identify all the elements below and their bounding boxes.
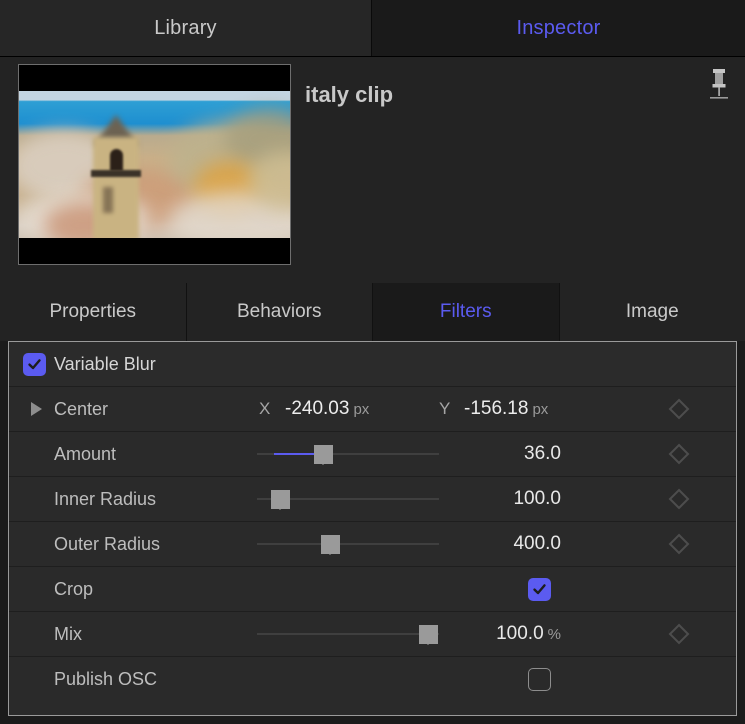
top-tab-bar: Library Inspector bbox=[0, 0, 745, 57]
param-label-mix: Mix bbox=[54, 624, 82, 645]
param-row-inner-radius: Inner Radius 100.0 bbox=[9, 477, 736, 522]
check-icon bbox=[532, 582, 547, 597]
outer-radius-value[interactable]: 400.0 bbox=[449, 533, 561, 555]
param-row-mix: Mix 100.0% bbox=[9, 612, 736, 657]
center-y-number: -156.18 bbox=[464, 398, 528, 419]
keyframe-diamond-icon[interactable] bbox=[667, 532, 691, 556]
inner-radius-number: 100.0 bbox=[513, 488, 561, 509]
keyframe-diamond-icon[interactable] bbox=[667, 622, 691, 646]
amount-slider[interactable] bbox=[257, 442, 439, 466]
tab-inspector[interactable]: Inspector bbox=[372, 0, 745, 56]
tab-library-label: Library bbox=[154, 17, 217, 40]
tab-behaviors-label: Behaviors bbox=[237, 301, 322, 323]
tab-filters[interactable]: Filters bbox=[373, 283, 560, 341]
pin-icon[interactable] bbox=[702, 63, 736, 103]
param-row-crop: Crop bbox=[9, 567, 736, 612]
amount-value[interactable]: 36.0 bbox=[449, 443, 561, 465]
param-label-publish-osc: Publish OSC bbox=[54, 669, 157, 690]
inner-radius-slider-knob[interactable] bbox=[271, 490, 290, 509]
mix-number: 100.0 bbox=[496, 623, 544, 644]
tab-image-label: Image bbox=[626, 301, 679, 323]
x-axis-label: X bbox=[259, 399, 270, 419]
amount-slider-knob[interactable] bbox=[314, 445, 333, 464]
tab-library[interactable]: Library bbox=[0, 0, 372, 56]
inner-radius-value[interactable]: 100.0 bbox=[449, 488, 561, 510]
outer-radius-slider-knob[interactable] bbox=[321, 535, 340, 554]
param-label-amount: Amount bbox=[54, 444, 116, 465]
param-row-center: Center X -240.03px Y -156.18px bbox=[9, 387, 736, 432]
mix-value[interactable]: 100.0% bbox=[449, 623, 561, 645]
filter-enable-checkbox[interactable] bbox=[23, 353, 46, 376]
keyframe-diamond-icon[interactable] bbox=[667, 487, 691, 511]
keyframe-diamond-icon[interactable] bbox=[667, 442, 691, 466]
clip-title: italy clip bbox=[305, 82, 393, 108]
param-label-inner-radius: Inner Radius bbox=[54, 489, 156, 510]
param-label-crop: Crop bbox=[54, 579, 93, 600]
center-x-number: -240.03 bbox=[285, 398, 349, 419]
letterbox-top bbox=[19, 65, 290, 91]
letterbox-bottom bbox=[19, 238, 290, 264]
clip-thumbnail[interactable] bbox=[18, 64, 291, 265]
thumbnail-image bbox=[19, 91, 290, 240]
inner-radius-slider[interactable] bbox=[257, 487, 439, 511]
center-x-unit: px bbox=[353, 401, 369, 418]
crop-checkbox[interactable] bbox=[528, 578, 551, 601]
outer-radius-slider-track bbox=[257, 543, 439, 545]
outer-radius-slider[interactable] bbox=[257, 532, 439, 556]
tab-behaviors[interactable]: Behaviors bbox=[187, 283, 374, 341]
mix-slider-knob[interactable] bbox=[419, 625, 438, 644]
tab-properties-label: Properties bbox=[49, 301, 136, 323]
tab-inspector-label: Inspector bbox=[516, 17, 600, 40]
mix-slider[interactable] bbox=[257, 622, 439, 646]
filter-name-label: Variable Blur bbox=[54, 354, 156, 375]
param-label-outer-radius: Outer Radius bbox=[54, 534, 160, 555]
mix-unit: % bbox=[548, 626, 561, 643]
tab-properties[interactable]: Properties bbox=[0, 283, 187, 341]
filter-header-row: Variable Blur bbox=[9, 342, 736, 387]
keyframe-diamond-icon[interactable] bbox=[667, 397, 691, 421]
param-tab-bar: Properties Behaviors Filters Image bbox=[0, 283, 745, 341]
disclosure-triangle-icon[interactable] bbox=[31, 402, 42, 416]
tab-filters-label: Filters bbox=[440, 301, 492, 323]
center-x-value[interactable]: -240.03px bbox=[285, 398, 369, 420]
center-y-value[interactable]: -156.18px bbox=[464, 398, 548, 420]
param-row-publish-osc: Publish OSC bbox=[9, 657, 736, 702]
publish-osc-checkbox[interactable] bbox=[528, 668, 551, 691]
y-axis-label: Y bbox=[439, 399, 450, 419]
clip-header: italy clip bbox=[0, 57, 745, 283]
param-row-outer-radius: Outer Radius 400.0 bbox=[9, 522, 736, 567]
tab-image[interactable]: Image bbox=[560, 283, 745, 341]
outer-radius-number: 400.0 bbox=[513, 533, 561, 554]
amount-number: 36.0 bbox=[524, 443, 561, 464]
center-y-unit: px bbox=[532, 401, 548, 418]
mix-slider-track bbox=[257, 633, 439, 635]
check-icon bbox=[27, 357, 42, 372]
filter-parameter-panel: Variable Blur Center X -240.03px Y -156.… bbox=[8, 341, 737, 716]
param-row-amount: Amount 36.0 bbox=[9, 432, 736, 477]
param-label-center: Center bbox=[54, 399, 108, 420]
